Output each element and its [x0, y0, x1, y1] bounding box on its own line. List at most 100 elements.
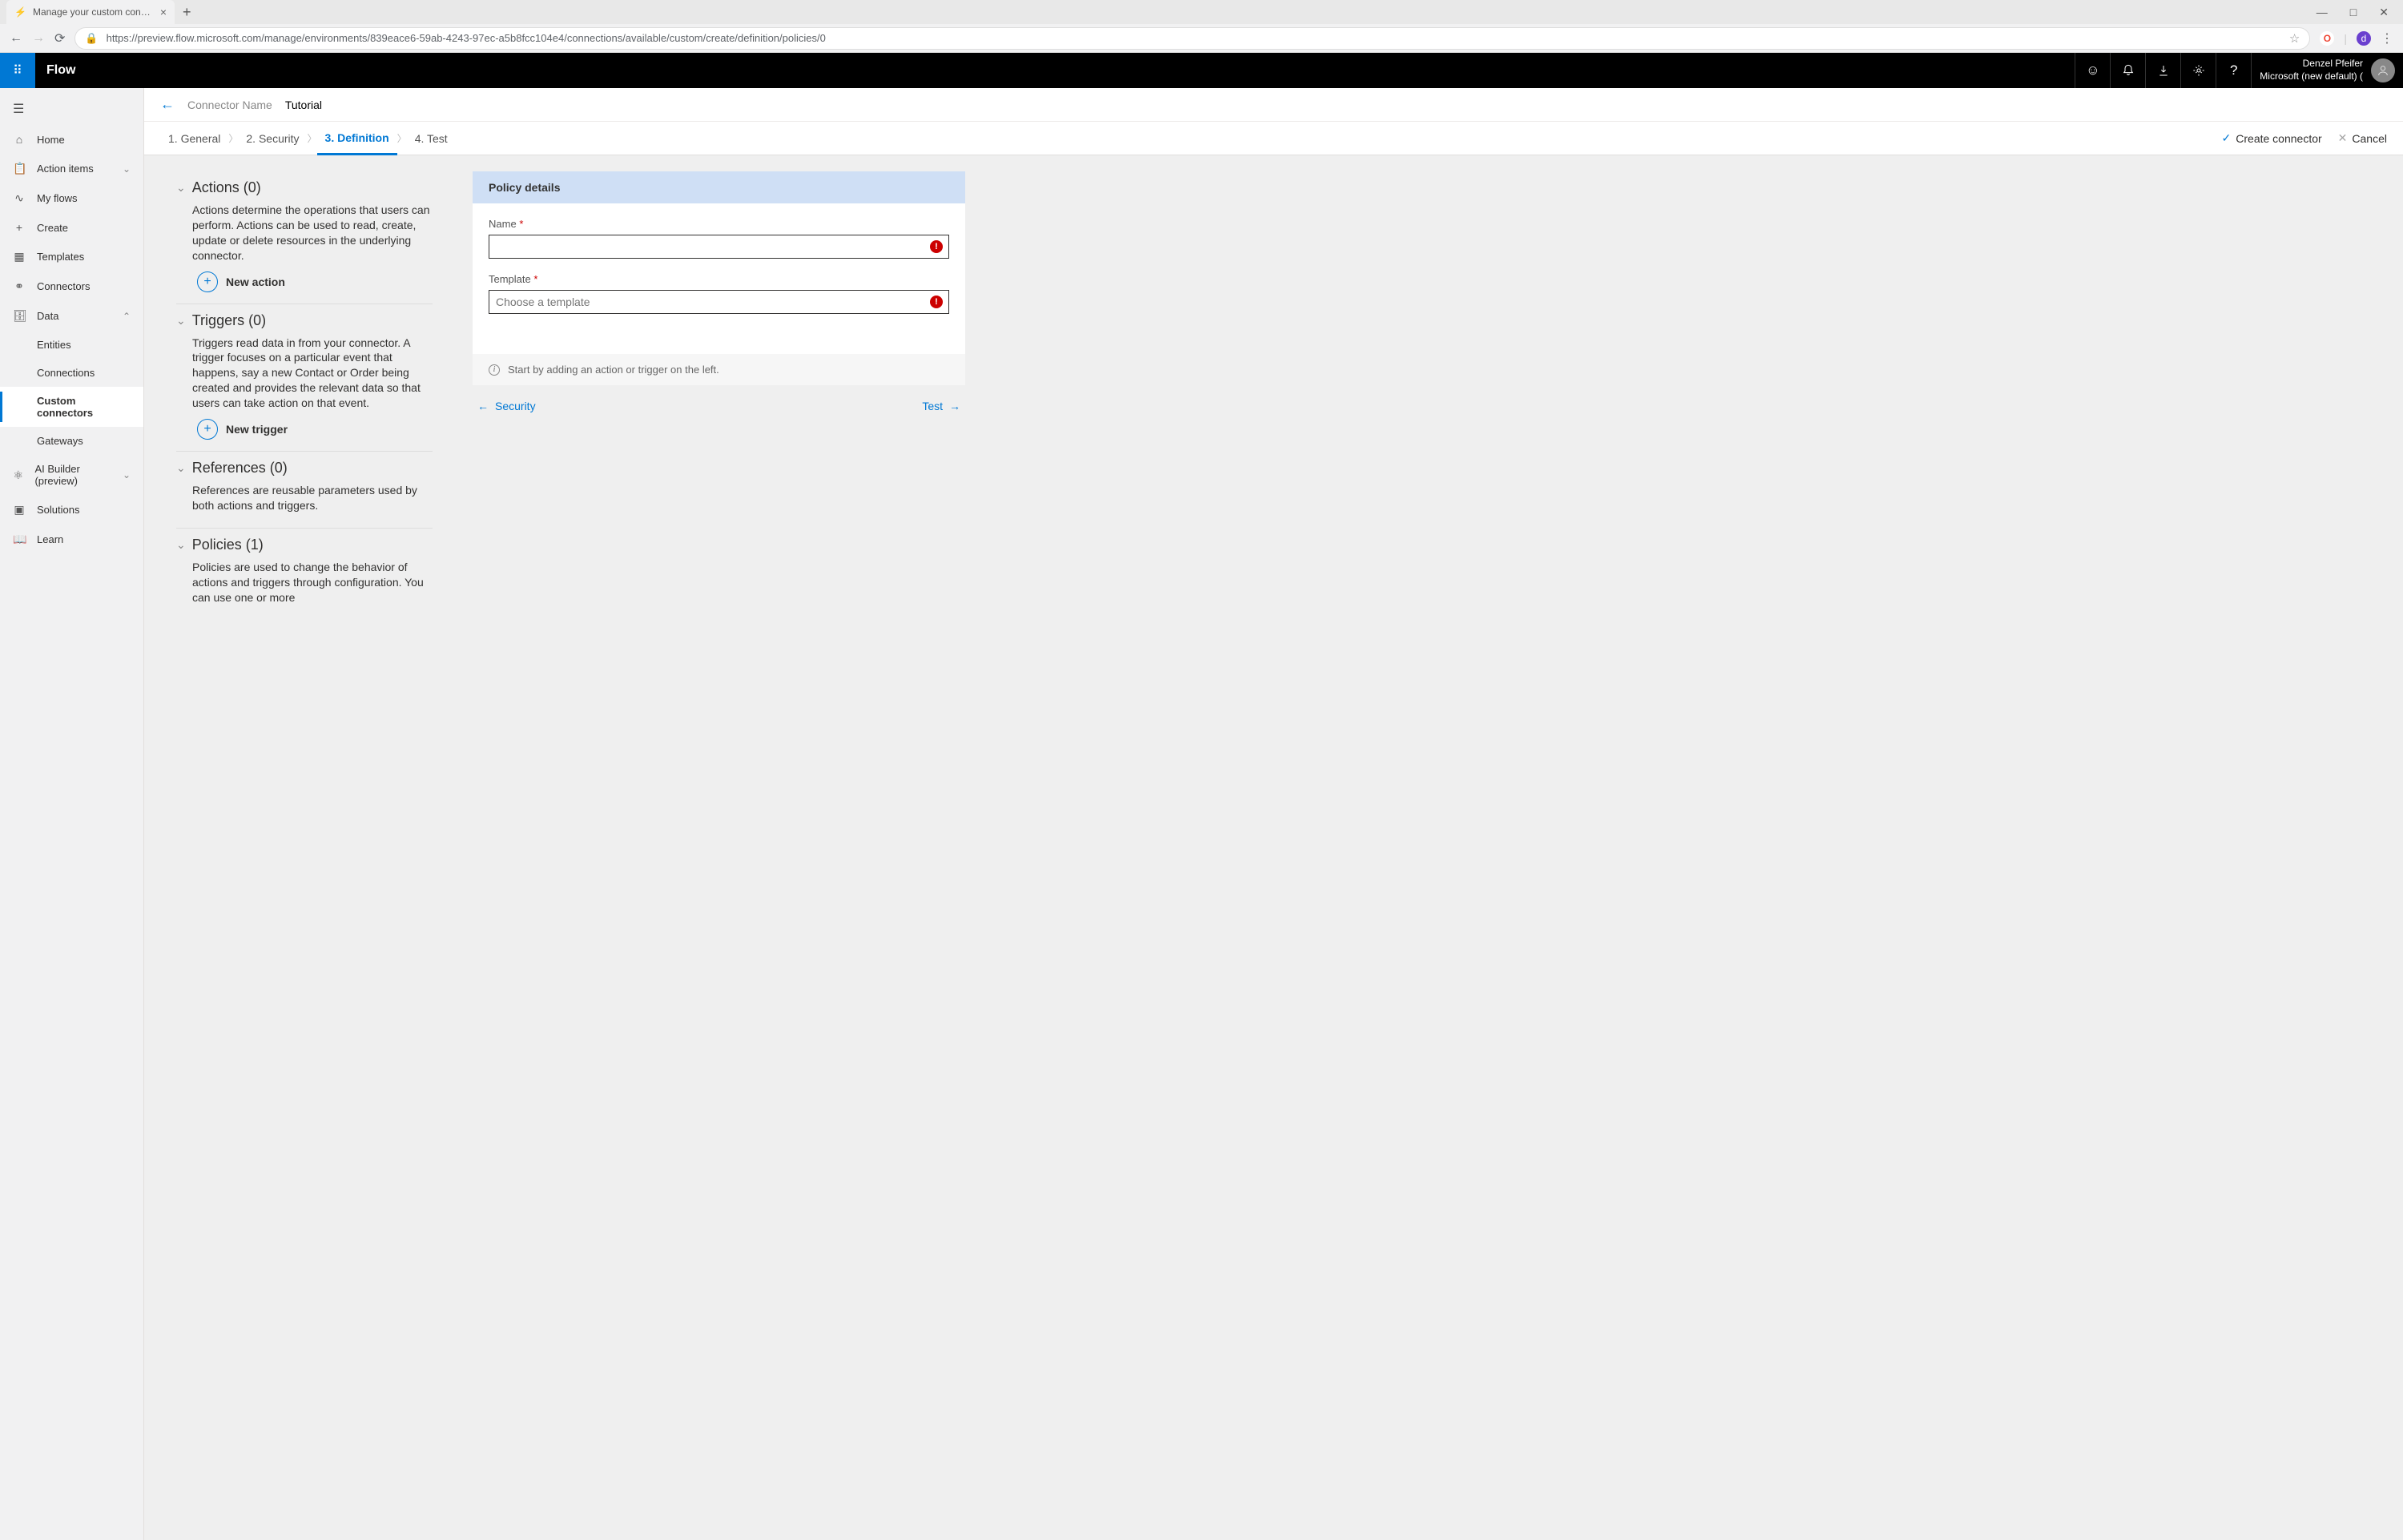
new-tab-button[interactable]: +	[183, 4, 191, 21]
sidebar-item-label: Create	[37, 222, 68, 234]
url-box[interactable]: 🔒 https://preview.flow.microsoft.com/man…	[74, 27, 2310, 50]
sidebar-item-my-flows[interactable]: ∿ My flows	[0, 183, 143, 213]
sidebar-item-home[interactable]: ⌂ Home	[0, 125, 143, 154]
sidebar-item-templates[interactable]: ▦ Templates	[0, 242, 143, 271]
step-security[interactable]: 2. Security	[238, 122, 307, 155]
section-policies: ⌄ Policies (1) Policies are used to chan…	[176, 529, 433, 620]
sidebar-item-label: Gateways	[37, 435, 83, 447]
profile-icon[interactable]: d	[2357, 31, 2371, 46]
next-step-link[interactable]: Test →	[922, 400, 960, 412]
browser-chrome: ⚡ Manage your custom connectors × + — □ …	[0, 0, 2403, 53]
plus-icon: +	[13, 221, 26, 234]
sidebar-item-data[interactable]: 🗄 Data ⌃	[0, 301, 143, 331]
back-arrow-icon[interactable]: ←	[160, 96, 175, 113]
maximize-icon[interactable]: □	[2350, 6, 2357, 19]
check-icon: ✓	[2222, 131, 2232, 145]
panel-title: Policy details	[473, 171, 965, 203]
new-trigger-button[interactable]: + New trigger	[176, 414, 433, 440]
step-general[interactable]: 1. General	[160, 122, 228, 155]
plus-circle-icon: +	[197, 419, 218, 440]
chevron-down-icon: ⌄	[176, 314, 186, 328]
sidebar-item-gateways[interactable]: Gateways	[0, 427, 143, 455]
flow-icon: ∿	[13, 191, 26, 205]
sidebar-item-entities[interactable]: Entities	[0, 331, 143, 359]
chevron-up-icon: ⌃	[123, 311, 131, 322]
chevron-right-icon: 〉	[228, 131, 238, 145]
sidebar-item-label: AI Builder (preview)	[34, 463, 111, 487]
sidebar-item-ai-builder[interactable]: ⚛ AI Builder (preview) ⌄	[0, 455, 143, 495]
chevron-down-icon: ⌄	[123, 163, 131, 175]
sidebar: ☰ ⌂ Home 📋 Action items ⌄ ∿ My flows + C…	[0, 88, 144, 1540]
template-select[interactable]	[489, 290, 949, 314]
name-label: Name *	[489, 218, 949, 230]
solutions-icon: ▣	[13, 503, 26, 517]
error-icon: !	[930, 240, 943, 253]
emoji-icon[interactable]: ☺	[2075, 53, 2110, 88]
avatar	[2371, 58, 2395, 82]
tab-favicon: ⚡	[14, 6, 26, 18]
arrow-right-icon: →	[949, 400, 960, 412]
create-connector-button[interactable]: ✓ Create connector	[2222, 131, 2322, 145]
window-controls: — □ ✕	[2316, 6, 2403, 19]
sidebar-item-connections[interactable]: Connections	[0, 359, 143, 387]
gear-icon[interactable]	[2180, 53, 2216, 88]
book-icon: 📖	[13, 533, 26, 546]
section-references: ⌄ References (0) References are reusable…	[176, 452, 433, 529]
section-header-policies[interactable]: ⌄ Policies (1)	[176, 537, 433, 553]
tab-bar: ⚡ Manage your custom connectors × + — □ …	[0, 0, 2403, 24]
home-icon: ⌂	[13, 133, 26, 146]
back-icon[interactable]: ←	[10, 31, 22, 46]
sidebar-item-custom-connectors[interactable]: Custom connectors	[0, 387, 143, 427]
forward-icon[interactable]: →	[32, 31, 45, 46]
tab-title: Manage your custom connectors	[33, 6, 154, 18]
main: ← Connector Name Tutorial 1. General 〉 2…	[144, 88, 2403, 1540]
close-icon[interactable]: ×	[160, 6, 167, 18]
step-test[interactable]: 4. Test	[407, 122, 456, 155]
new-action-button[interactable]: + New action	[176, 267, 433, 292]
arrow-left-icon: ←	[477, 400, 489, 412]
sidebar-item-learn[interactable]: 📖 Learn	[0, 525, 143, 554]
url-text: https://preview.flow.microsoft.com/manag…	[107, 32, 2281, 44]
template-label: Template *	[489, 273, 949, 285]
data-icon: 🗄	[13, 309, 26, 323]
lock-icon: 🔒	[85, 32, 98, 45]
sidebar-item-connectors[interactable]: ⚭ Connectors	[0, 271, 143, 301]
browser-tab[interactable]: ⚡ Manage your custom connectors ×	[6, 0, 175, 24]
minimize-icon[interactable]: —	[2316, 6, 2328, 19]
chevron-down-icon: ⌄	[176, 538, 186, 552]
sidebar-item-action-items[interactable]: 📋 Action items ⌄	[0, 154, 143, 183]
chevron-right-icon: 〉	[397, 131, 407, 145]
app-launcher-icon[interactable]: ⠿	[0, 53, 35, 88]
download-icon[interactable]	[2145, 53, 2180, 88]
plus-circle-icon: +	[197, 271, 218, 292]
name-input[interactable]	[489, 235, 949, 259]
menu-icon[interactable]: ⋮	[2381, 30, 2393, 46]
step-definition[interactable]: 3. Definition	[317, 122, 397, 155]
section-desc: Actions determine the operations that us…	[176, 196, 433, 267]
sidebar-item-label: Solutions	[37, 504, 79, 516]
sidebar-item-label: Connectors	[37, 280, 90, 292]
help-icon[interactable]: ?	[2216, 53, 2251, 88]
section-header-actions[interactable]: ⌄ Actions (0)	[176, 179, 433, 196]
cancel-button[interactable]: ✕ Cancel	[2338, 131, 2387, 145]
extension-icon[interactable]: O	[2320, 31, 2334, 46]
reload-icon[interactable]: ⟳	[54, 30, 65, 46]
sidebar-item-solutions[interactable]: ▣ Solutions	[0, 495, 143, 525]
prev-step-link[interactable]: ← Security	[477, 400, 536, 412]
sidebar-item-create[interactable]: + Create	[0, 213, 143, 242]
user-menu[interactable]: Denzel Pfeifer Microsoft (new default) (	[2251, 53, 2403, 88]
definition-sections: ⌄ Actions (0) Actions determine the oper…	[176, 171, 433, 1540]
sidebar-item-label: Learn	[37, 533, 63, 545]
star-icon[interactable]: ☆	[2289, 31, 2300, 46]
hint-text: Start by adding an action or trigger on …	[508, 364, 719, 376]
connector-name-value: Tutorial	[285, 99, 322, 111]
chevron-right-icon: 〉	[308, 131, 317, 145]
bell-icon[interactable]	[2110, 53, 2145, 88]
section-header-triggers[interactable]: ⌄ Triggers (0)	[176, 312, 433, 329]
close-window-icon[interactable]: ✕	[2379, 6, 2389, 19]
step-bar: 1. General 〉 2. Security 〉 3. Definition…	[144, 122, 2403, 155]
hamburger-icon[interactable]: ☰	[0, 93, 143, 125]
section-header-references[interactable]: ⌄ References (0)	[176, 460, 433, 476]
user-name: Denzel Pfeifer	[2260, 58, 2363, 70]
sidebar-item-label: My flows	[37, 192, 78, 204]
